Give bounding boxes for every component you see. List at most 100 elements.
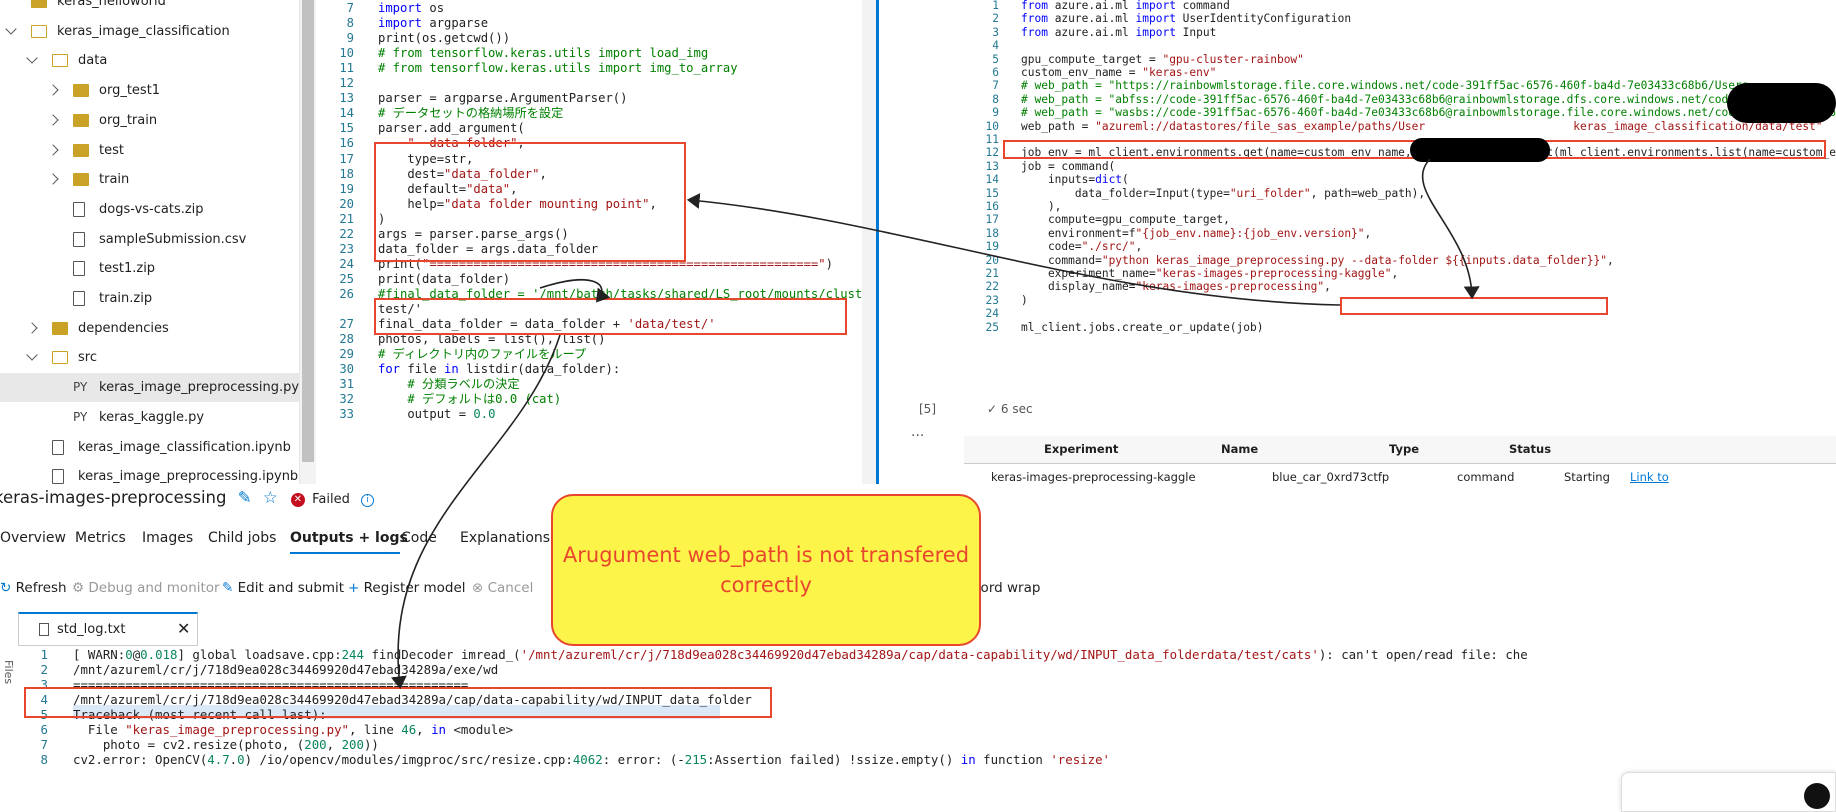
folder-open-icon [52,54,68,68]
corner-button-icon [1804,783,1830,809]
log-file-name: std_log.txt [57,622,126,637]
explorer-item-label: train.zip [99,291,153,306]
line-text: display_name="keras-images-preprocessing… [1021,280,1331,294]
cell-execution-count: [5] [919,402,936,416]
python-editor[interactable]: 7 import os 8 import argparse 9 print(os.getc… [318,0,863,484]
notebook-cell[interactable]: [5] ✓ 6 sec ... Experiment Name Type Sta… [876,0,1836,484]
col-status: Status [1509,442,1552,456]
explorer-item[interactable]: train.zip [0,284,299,313]
chevron-down-icon[interactable] [5,23,17,35]
explorer-item[interactable]: PY keras_kaggle.py [0,403,299,432]
tab-images[interactable]: Images [142,530,193,546]
explorer-item[interactable]: train [0,165,299,194]
explorer-item-label: test [99,142,124,158]
more-icon[interactable]: ... [911,424,924,440]
edit-submit-button[interactable]: ✎ Edit and submit [222,580,344,596]
tab-code[interactable]: Code [401,530,437,546]
explorer-item[interactable]: test [0,136,299,165]
col-type: Type [1389,442,1420,456]
cell-job-name: blue_car_0xrd73ctfp [1272,470,1390,484]
explorer-item[interactable]: sampleSubmission.csv [0,225,299,254]
refresh-button[interactable]: ↻ Refresh [0,580,67,596]
explorer-item[interactable]: org_train [0,106,299,135]
chevron-right-icon[interactable] [47,173,59,185]
register-model-button[interactable]: + Register model [348,580,466,596]
folder-icon [73,113,89,127]
explorer-item[interactable]: dogs-vs-cats.zip [0,195,299,224]
tab-metrics[interactable]: Metrics [75,530,126,546]
explorer-item[interactable]: org_test1 [0,76,299,105]
explorer-item-label: dependencies [78,320,169,336]
python-file-icon: PY [73,409,88,424]
line-text: from azure.ai.ml import Input [1021,25,1217,39]
folder-icon [73,173,89,187]
explorer-item-label: data [78,53,108,69]
line-number: 25 [985,320,999,334]
line-number: 26 [339,286,354,301]
explorer-item-label: keras_image_classification.ipynb [78,439,291,455]
explorer-item[interactable]: keras_helloworld [0,0,299,16]
explorer-item[interactable]: keras_image_preprocessing.ipynb [0,462,299,484]
corner-widget[interactable] [1621,772,1836,812]
edit-icon[interactable]: ✎ [238,488,252,507]
tab-child-jobs[interactable]: Child jobs [208,530,276,546]
log-viewer[interactable]: 1[ WARN:0@0.018] global loadsave.cpp:244… [0,646,1836,793]
line-text: web_path = "azureml://datastores/file_sa… [1021,119,1823,133]
line-text: data_folder=Input(type="uri_folder", pat… [1021,186,1426,200]
status-badge: Failed [312,492,350,507]
explorer-item[interactable]: keras_image_classification [0,17,299,46]
chevron-down-icon[interactable] [26,52,38,65]
explorer-item[interactable]: data [0,46,299,75]
info-icon[interactable]: i [361,494,375,507]
redaction-mark [1410,138,1550,162]
explorer-item-label: test1.zip [99,261,156,277]
pencil-icon: ✎ [222,580,238,596]
explorer-item[interactable]: PY keras_image_preprocessing.py [0,373,299,403]
explorer-item[interactable]: dependencies [0,314,299,343]
edit-submit-label: Edit and submit [237,580,345,596]
cancel-button[interactable]: ⊗ Cancel [472,580,533,596]
explorer-item-label: src [78,350,97,366]
line-text: cv2.error: OpenCV(4.7.0) /io/opencv/modu… [73,752,1110,767]
job-link[interactable]: Link to [1630,470,1669,484]
debug-button[interactable]: ⚙ Debug and monitor [72,580,220,596]
file-icon [52,469,64,484]
file-icon [73,231,85,247]
explorer-item-label: train [99,172,130,188]
chevron-right-icon[interactable] [26,322,38,334]
explorer-item[interactable]: keras_image_classification.ipynb [0,433,299,462]
file-icon [73,291,85,306]
explorer-item-label: keras_image_classification [57,23,230,39]
file-icon [52,439,64,455]
col-name: Name [1221,442,1259,456]
explorer-item[interactable]: src [0,343,299,372]
log-file-tab[interactable]: std_log.txt ✕ [18,612,198,646]
explorer-item-label: sampleSubmission.csv [99,231,247,247]
explorer-item-label: org_test1 [99,83,161,99]
col-experiment: Experiment [1044,442,1119,456]
tab-outputs-logs[interactable]: Outputs + logs [290,530,408,546]
chevron-right-icon[interactable] [47,114,59,126]
line-text: ) [1021,293,1028,307]
active-tab-indicator [290,552,400,554]
editor-scrollbar[interactable] [862,0,876,484]
redaction-mark [1727,83,1836,123]
folder-icon [73,143,89,157]
chevron-right-icon[interactable] [47,143,59,156]
chevron-down-icon[interactable] [26,349,38,362]
explorer-scrollbar-thumb[interactable] [302,0,314,462]
cancel-icon: ⊗ [472,580,488,596]
refresh-label: Refresh [15,580,67,596]
cancel-label: Cancel [487,580,534,596]
file-icon [73,201,85,217]
tab-overview[interactable]: Overview [0,530,66,546]
annotation-callout: Arugument web_path is not transfered cor… [551,494,981,646]
line-text: ml_client.jobs.create_or_update(job) [1021,320,1264,334]
cell-status: ✓ 6 sec [987,402,1033,416]
explorer-item-label: keras_kaggle.py [99,409,205,425]
chevron-right-icon[interactable] [47,84,59,96]
close-icon[interactable]: ✕ [177,619,190,638]
explorer-item[interactable]: test1.zip [0,254,299,283]
explorer-item-label: org_train [99,112,158,128]
star-icon[interactable]: ☆ [263,488,278,507]
